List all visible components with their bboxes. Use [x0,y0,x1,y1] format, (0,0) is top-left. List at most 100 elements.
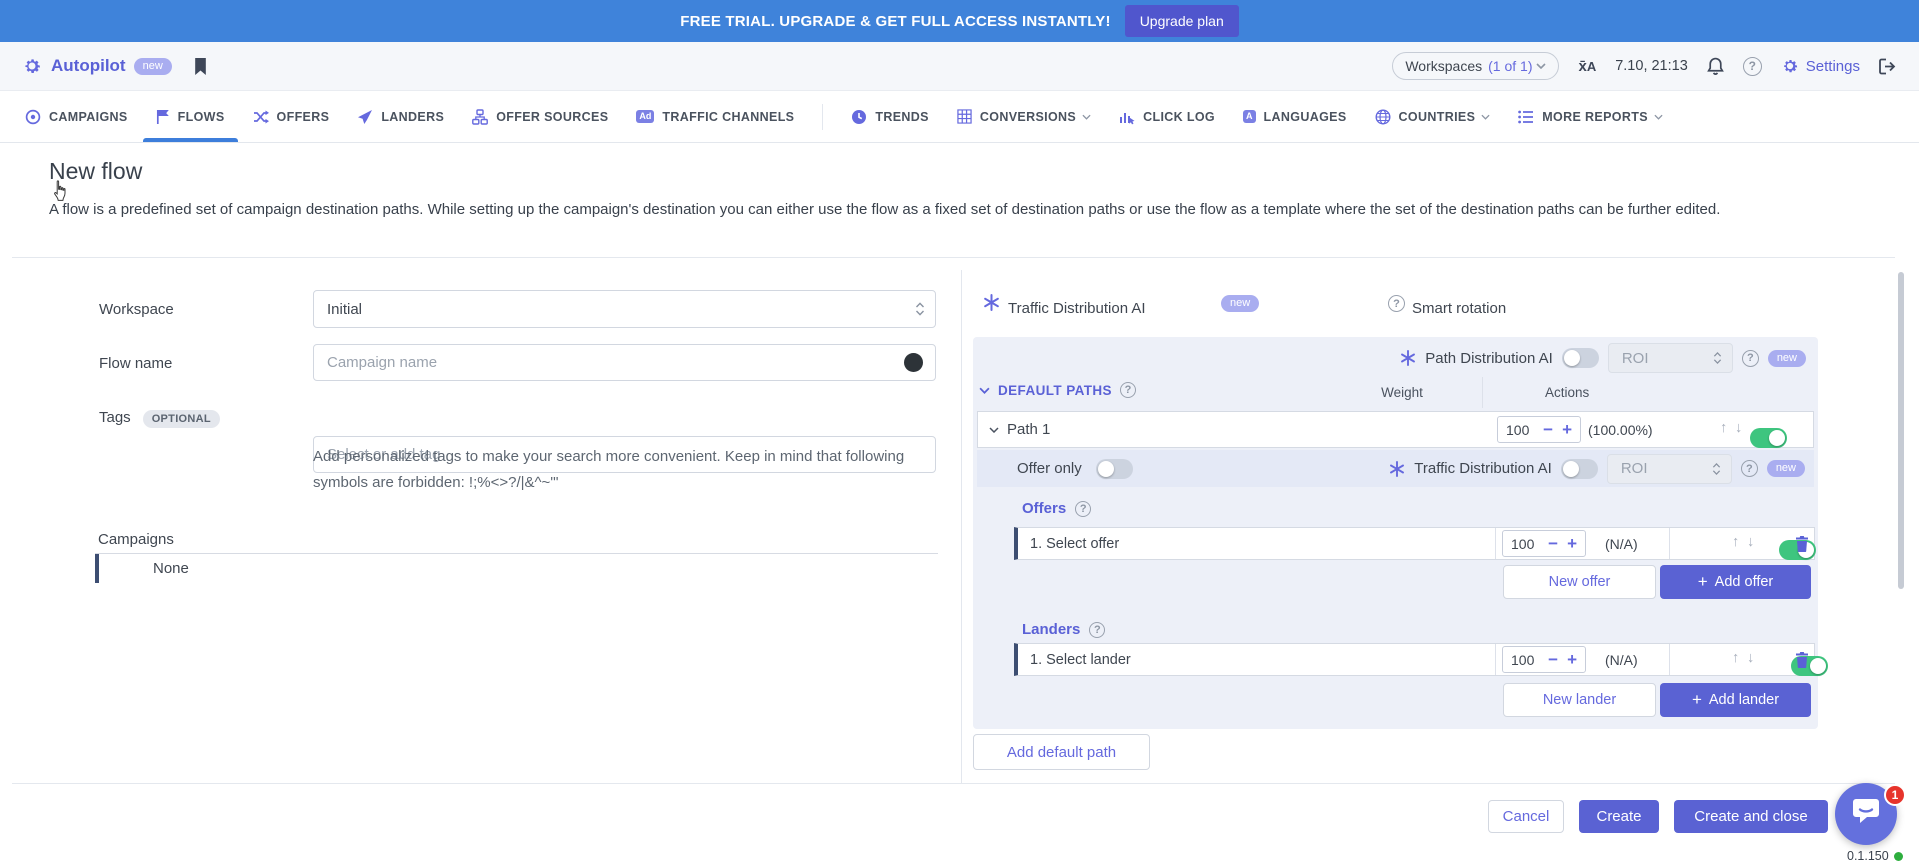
tags-help-text: Add personalized tags to make your searc… [313,444,958,496]
move-down-arrow[interactable]: ↓ [1735,420,1742,436]
flow-color-dot[interactable] [904,353,923,372]
offer-select-name[interactable]: 1. Select offer [1030,536,1119,552]
logout-icon[interactable] [1879,58,1897,75]
move-up-arrow[interactable]: ↑ [1732,650,1739,666]
workspaces-selector[interactable]: Workspaces (1 of 1) [1392,52,1559,80]
bookmark-icon[interactable] [194,58,207,75]
help-icon[interactable]: ? [1743,57,1762,76]
flow-name-input[interactable] [313,344,936,381]
move-up-arrow[interactable]: ↑ [1732,534,1739,550]
offer-only-row: Offer only Traffic Distribution AI ROI ?… [977,450,1814,487]
lander-select-name[interactable]: 1. Select lander [1030,652,1131,668]
offer-only-toggle[interactable] [1096,459,1133,479]
tab-languages[interactable]: A LANGUAGES [1243,91,1347,142]
cancel-button[interactable]: Cancel [1488,800,1564,833]
tab-countries[interactable]: COUNTRIES [1375,91,1491,142]
move-down-arrow[interactable]: ↓ [1747,534,1754,550]
add-default-path-button[interactable]: Add default path [973,734,1150,770]
version-number: 0.1.150 [1847,849,1889,863]
lander-share: (N/A) [1605,652,1638,668]
add-lander-button[interactable]: +Add lander [1660,683,1811,717]
scrollbar-thumb[interactable] [1898,272,1904,589]
click-log-icon [1119,109,1135,125]
workspace-select[interactable]: Initial [313,290,936,328]
more-reports-icon [1518,110,1534,124]
tab-landers[interactable]: LANDERS [357,91,444,142]
notifications-bell-icon[interactable] [1707,57,1724,76]
path-distribution-help-icon[interactable]: ? [1742,350,1759,367]
path-collapse-chevron-icon[interactable] [989,427,999,433]
traffic-distribution-ai-new-badge: new [1221,295,1259,312]
tab-more-reports[interactable]: MORE REPORTS [1518,91,1663,142]
default-paths-header[interactable]: DEFAULT PATHS ? [981,382,1136,398]
collapse-chevron-icon[interactable] [979,387,990,394]
offers-section-header: Offers ? [1022,500,1091,517]
path-distribution-ai-toggle[interactable] [1562,348,1599,368]
path-traffic-distribution-ai: Traffic Distribution AI ROI ? new [1389,450,1805,487]
default-paths-help-icon[interactable]: ? [1120,382,1136,398]
version-indicator: 0.1.150 [1847,849,1903,863]
move-up-arrow[interactable]: ↑ [1720,420,1727,436]
tab-campaigns[interactable]: CAMPAIGNS [25,91,128,142]
add-offer-button[interactable]: +Add offer [1660,565,1811,599]
tab-trends[interactable]: TRENDS [851,91,929,142]
ai-sparkle-icon [1389,461,1405,477]
delete-lander-trash-icon[interactable] [1795,652,1809,668]
weight-decrease-button[interactable]: − [1548,535,1558,552]
autopilot-cogs-icon [22,56,42,76]
content-divider-top [12,257,1895,258]
landers-help-icon[interactable]: ? [1089,622,1105,638]
offers-icon [253,110,269,124]
smart-rotation-label: Smart rotation [1412,300,1506,317]
lander-weight-value[interactable]: 100 [1511,652,1539,668]
offers-help-icon[interactable]: ? [1075,501,1091,517]
tab-traffic-channels[interactable]: Ad TRAFFIC CHANNELS [636,91,794,142]
weight-increase-button[interactable]: + [1567,651,1577,668]
new-lander-button[interactable]: New lander [1503,683,1656,717]
tab-flows[interactable]: FLOWS [156,91,225,142]
tab-conversions[interactable]: CONVERSIONS [957,91,1091,142]
default-paths-panel: Path Distribution AI ROI ? new DEFAULT P… [973,337,1818,729]
tdai-help-icon[interactable]: ? [1741,460,1758,477]
settings-button[interactable]: Settings [1781,57,1860,75]
path-distribution-new-badge: new [1768,350,1806,367]
upgrade-plan-button[interactable]: Upgrade plan [1125,5,1239,37]
offer-weight-value[interactable]: 100 [1511,536,1539,552]
smart-rotation-help-icon[interactable]: ? [1388,295,1405,312]
tab-offer-sources[interactable]: OFFER SOURCES [472,91,608,142]
path-weight-value[interactable]: 100 [1506,422,1534,438]
select-spinner-icon [1712,461,1721,476]
path-name[interactable]: Path 1 [1007,421,1050,438]
trial-banner: FREE TRIAL. UPGRADE & GET FULL ACCESS IN… [0,0,1919,42]
new-offer-button[interactable]: New offer [1503,565,1656,599]
weight-increase-button[interactable]: + [1567,535,1577,552]
app-title[interactable]: Autopilot [51,56,126,76]
nav-divider [822,104,823,130]
offer-share: (N/A) [1605,536,1638,552]
move-down-arrow[interactable]: ↓ [1747,650,1754,666]
offer-row: 1. Select offer 100 − + (N/A) ↑ ↓ [1014,527,1815,560]
campaigns-list-item: None [95,554,938,583]
tab-click-log[interactable]: CLICK LOG [1119,91,1215,142]
gear-icon [1781,57,1799,75]
translate-icon[interactable]: x̄A [1578,58,1596,75]
traffic-distribution-ai-label: Traffic Distribution AI [1008,300,1146,317]
campaigns-list: None [95,553,938,583]
weight-decrease-button[interactable]: − [1543,421,1553,438]
select-spinner-icon [915,301,925,317]
weight-decrease-button[interactable]: − [1548,651,1558,668]
create-button[interactable]: Create [1579,800,1659,833]
cell-divider [1495,528,1496,559]
campaigns-none-value: None [153,560,189,577]
countries-icon [1375,109,1391,125]
weight-increase-button[interactable]: + [1562,421,1572,438]
campaigns-icon [25,109,41,125]
create-and-close-button[interactable]: Create and close [1674,800,1828,833]
delete-offer-trash-icon[interactable] [1795,536,1809,552]
path-enabled-toggle[interactable] [1750,428,1787,448]
tab-offers[interactable]: OFFERS [253,91,330,142]
path-distribution-roi-select: ROI [1608,343,1733,373]
path-tdai-toggle[interactable] [1561,459,1598,479]
traffic-distribution-ai-label: Traffic Distribution AI [1414,460,1552,477]
tags-optional-badge: OPTIONAL [143,410,220,428]
